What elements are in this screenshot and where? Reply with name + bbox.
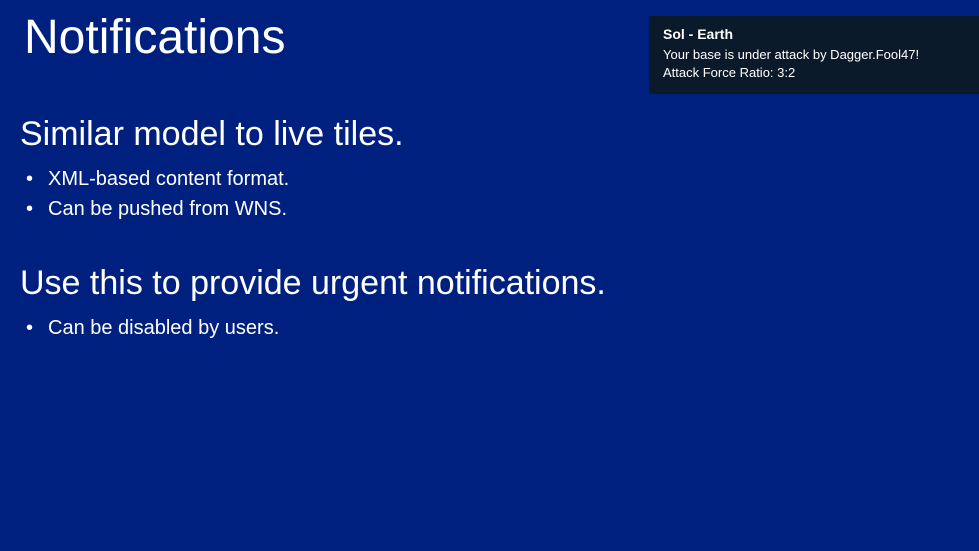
toast-body-line: Your base is under attack by Dagger.Fool…: [663, 46, 965, 64]
toast-body-line: Attack Force Ratio: 3:2: [663, 64, 965, 82]
slide-content: Similar model to live tiles. XML-based c…: [0, 115, 979, 343]
list-item: Can be pushed from WNS.: [48, 194, 959, 224]
bullet-list-2: Can be disabled by users.: [20, 313, 959, 343]
section-heading-2: Use this to provide urgent notifications…: [20, 264, 959, 303]
toast-notification[interactable]: Sol - Earth Your base is under attack by…: [649, 16, 979, 94]
toast-title: Sol - Earth: [663, 26, 965, 42]
bullet-list-1: XML-based content format. Can be pushed …: [20, 164, 959, 224]
list-item: Can be disabled by users.: [48, 313, 959, 343]
list-item: XML-based content format.: [48, 164, 959, 194]
section-heading-1: Similar model to live tiles.: [20, 115, 959, 154]
